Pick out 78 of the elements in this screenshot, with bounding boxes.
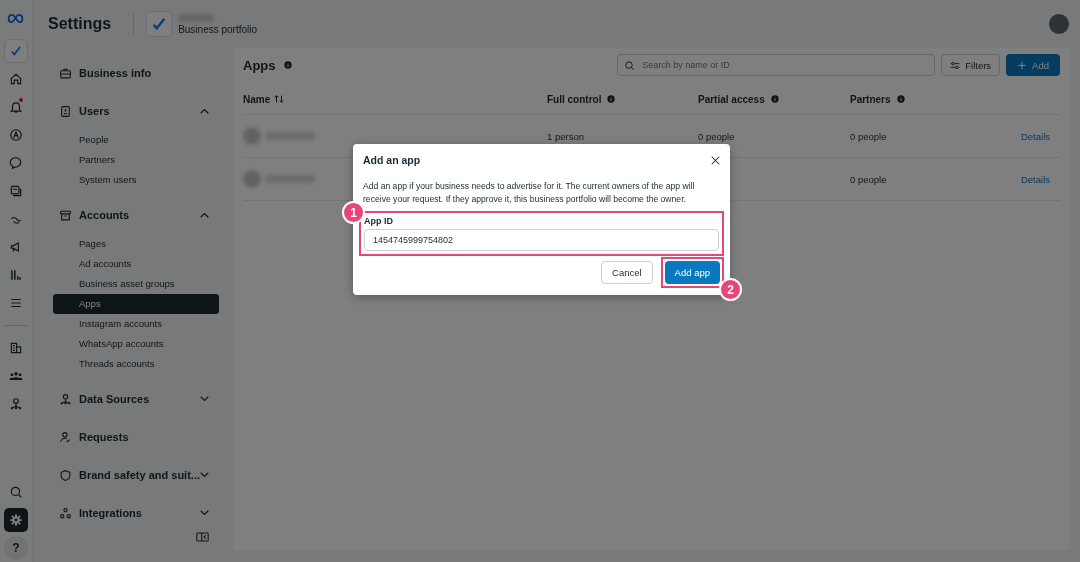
sort-icon[interactable] xyxy=(274,94,285,104)
info-icon xyxy=(896,95,905,103)
sidebar-section[interactable]: Requests xyxy=(53,418,219,456)
stacked-pages-icon xyxy=(9,184,23,198)
dialog-title: Add an app xyxy=(363,154,421,166)
chat-icon xyxy=(9,156,23,170)
column-header[interactable]: Partners xyxy=(850,93,891,105)
shield-icon xyxy=(59,468,72,482)
sidebar-section[interactable]: Business info xyxy=(53,54,219,92)
help-button[interactable]: ? xyxy=(4,536,28,560)
search-icon xyxy=(624,59,636,71)
nodes-icon xyxy=(59,506,72,520)
info-icon xyxy=(283,61,292,69)
filters-button[interactable]: Filters xyxy=(941,54,1001,76)
app-icon xyxy=(243,127,261,145)
close-icon[interactable] xyxy=(711,155,720,165)
sidebar-section[interactable]: Accounts xyxy=(53,196,219,234)
step-marker: 1 xyxy=(342,201,365,224)
portfolio-label: Business portfolio xyxy=(178,23,258,35)
sliders-icon xyxy=(950,60,961,70)
search-icon xyxy=(9,485,23,499)
add-button[interactable]: Add xyxy=(1006,54,1060,76)
briefcase-icon xyxy=(59,66,72,80)
sidebar-item[interactable]: Partners xyxy=(53,150,219,170)
user-avatar[interactable] xyxy=(1048,13,1070,35)
details-link[interactable]: Details xyxy=(1020,130,1050,142)
portfolio-logo xyxy=(146,11,173,37)
sidebar-section[interactable]: Data Sources xyxy=(53,380,219,418)
info-icon xyxy=(770,95,779,103)
table-cell: 1 person xyxy=(547,130,584,142)
sidebar-item[interactable]: Threads accounts xyxy=(53,354,219,374)
archive-box-icon xyxy=(59,208,72,222)
circle-a-icon xyxy=(9,128,23,142)
add-app-button[interactable]: Add app xyxy=(664,261,720,284)
column-header[interactable]: Name xyxy=(243,93,271,105)
person-check-icon xyxy=(59,430,72,444)
collapse-panel-icon[interactable] xyxy=(196,532,209,542)
bell-icon xyxy=(9,100,23,114)
portfolio-button[interactable] xyxy=(4,39,28,63)
sidebar-section[interactable]: Brand safety and suit... xyxy=(53,456,219,494)
info-icon xyxy=(607,95,616,103)
dialog-description: Add an app if your business needs to advertise for it. The current owners of the app will receive your request. If they approve it, this business portfolio will become the owner. xyxy=(363,180,696,206)
sidebar-item[interactable]: Apps xyxy=(53,294,219,314)
field-label: App ID xyxy=(364,216,394,226)
home-icon xyxy=(9,72,23,86)
table-cell: 0 people xyxy=(850,173,887,185)
section-title: Apps xyxy=(243,57,276,73)
search-input[interactable]: Search by name or ID xyxy=(640,59,929,71)
app-icon xyxy=(243,170,261,188)
id-badge-icon xyxy=(59,104,72,118)
sidebar-section[interactable]: Users xyxy=(53,92,219,130)
sidebar-item[interactable]: People xyxy=(53,130,219,150)
sidebar-item[interactable]: Ad accounts xyxy=(53,254,219,274)
checkmark-icon xyxy=(9,44,23,58)
sidebar-item[interactable]: System users xyxy=(53,170,219,190)
rail-button[interactable] xyxy=(4,508,28,532)
sidebar-item[interactable]: WhatsApp accounts xyxy=(53,334,219,354)
plus-icon xyxy=(1017,60,1028,70)
cancel-button[interactable]: Cancel xyxy=(601,261,653,284)
table-cell: 0 people xyxy=(850,130,887,142)
people-icon xyxy=(9,369,23,383)
network-icon xyxy=(59,392,72,406)
sidebar-item[interactable]: Business asset groups xyxy=(53,274,219,294)
menu-icon xyxy=(9,296,23,310)
sidebar-item[interactable]: Pages xyxy=(53,234,219,254)
input-field[interactable]: 1454745999754802 xyxy=(364,229,719,251)
sidebar-section[interactable]: Integrations xyxy=(53,494,219,532)
column-header[interactable]: Full control xyxy=(547,93,602,105)
network-icon xyxy=(9,397,23,411)
details-link[interactable]: Details xyxy=(1020,173,1050,185)
settings-icon xyxy=(9,513,23,527)
bar-chart-icon xyxy=(9,268,23,282)
column-header[interactable]: Partial access xyxy=(698,93,765,105)
sidebar-item[interactable]: Instagram accounts xyxy=(53,314,219,334)
search-field[interactable]: Search by name or ID xyxy=(617,54,936,76)
page-title: Settings xyxy=(48,15,112,33)
building-icon xyxy=(9,341,23,355)
table-cell: 0 people xyxy=(698,130,735,142)
